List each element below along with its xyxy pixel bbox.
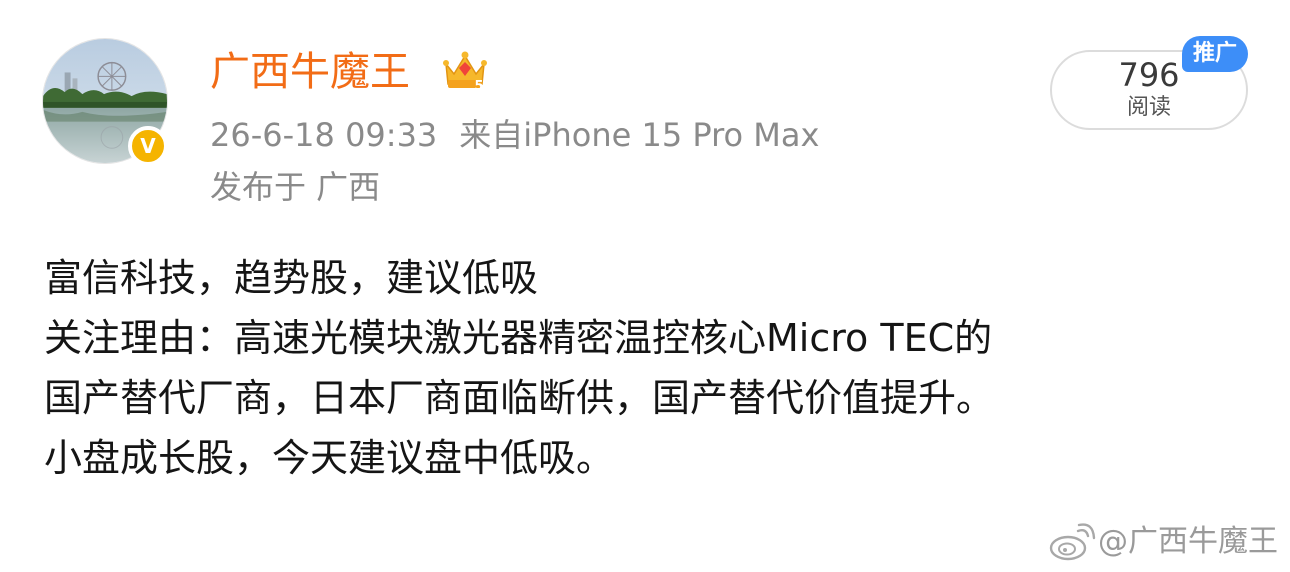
post-line: 关注理由：高速光模块激光器精密温控核心Micro TEC的 (44, 316, 993, 360)
weibo-logo-icon (1049, 523, 1096, 561)
post-timestamp: 26-6-18 09:33 (210, 116, 438, 154)
post-meta: 26-6-18 09:33 来自iPhone 15 Pro Max (210, 114, 819, 156)
post-location: 发布于 广西 (210, 168, 381, 206)
post-line: 富信科技，趋势股，建议低吸 (44, 256, 539, 300)
verified-v-badge-icon: V (128, 126, 168, 166)
post-line: 国产替代厂商，日本厂商面临断供，国产替代价值提升。 (44, 376, 995, 420)
watermark-text: @广西牛魔王 (1098, 524, 1278, 559)
promotion-badge[interactable]: 推广 (1182, 36, 1248, 72)
watermark: @广西牛魔王 (1048, 520, 1278, 564)
post-source: 来自iPhone 15 Pro Max (459, 116, 820, 154)
author-name[interactable]: 广西牛魔王 (210, 46, 410, 98)
read-label: 阅读 (1126, 95, 1171, 120)
member-crown-level-icon: 5 (443, 51, 487, 92)
post-body: 富信科技，趋势股，建议低吸 关注理由：高速光模块激光器精密温控核心Micro T… (44, 248, 1254, 488)
post-line: 小盘成长股，今天建议盘中低吸。 (44, 436, 615, 480)
crown-level-number: 5 (474, 79, 483, 92)
